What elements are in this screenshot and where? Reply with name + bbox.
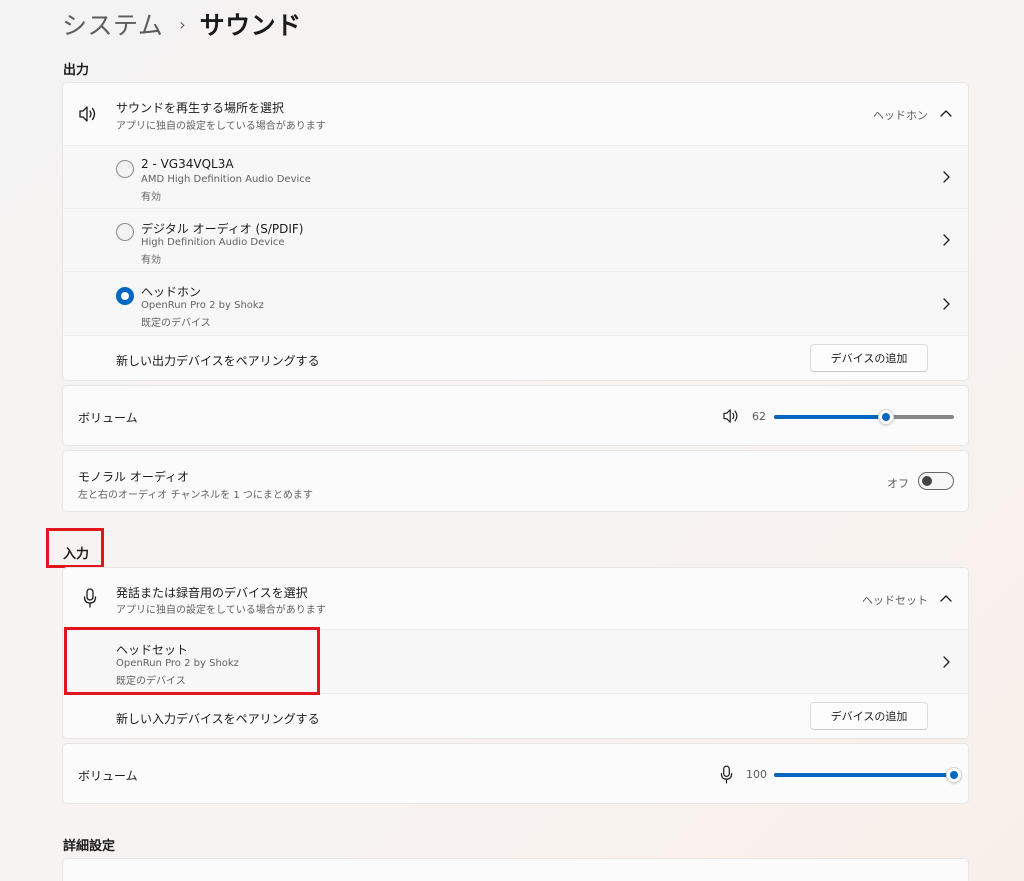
output-selector-value: ヘッドホン (873, 109, 928, 122)
chevron-up-icon[interactable] (940, 109, 952, 117)
output-device-name: ヘッドホン (141, 285, 202, 299)
input-volume-slider-fill (774, 773, 954, 777)
add-input-device-button[interactable]: デバイスの追加 (810, 702, 928, 730)
output-device-status: 有効 (141, 192, 161, 203)
chevron-right-icon[interactable] (942, 234, 950, 246)
microphone-icon (83, 588, 97, 608)
output-selector-subtitle: アプリに独自の設定をしている場合があります (116, 121, 326, 132)
sound-settings-page: システム › サウンド 出力 サウンドを再生する場所を選択 アプリに独自の設定を… (0, 0, 1024, 881)
section-title-advanced: 詳細設定 (63, 839, 116, 854)
output-device-driver: AMD High Definition Audio Device (141, 174, 311, 185)
pair-input-label: 新しい入力デバイスをペアリングする (116, 712, 320, 726)
output-device-card: サウンドを再生する場所を選択 アプリに独自の設定をしている場合があります ヘッド… (62, 82, 969, 381)
input-device-selector[interactable]: 発話または録音用のデバイスを選択 アプリに独自の設定をしている場合があります ヘ… (63, 568, 968, 629)
input-device-highlight (64, 627, 320, 695)
output-volume-card: ボリューム 62 (62, 385, 969, 446)
output-device-row[interactable]: ヘッドホン OpenRun Pro 2 by Shokz 既定のデバイス (63, 272, 968, 335)
output-device-driver: High Definition Audio Device (141, 237, 285, 248)
output-volume-slider-thumb[interactable] (878, 409, 894, 425)
output-selector-title: サウンドを再生する場所を選択 (116, 101, 285, 115)
mono-audio-toggle[interactable] (918, 472, 954, 490)
breadcrumb-system-link[interactable]: システム (62, 6, 163, 42)
input-volume-value: 100 (746, 768, 767, 781)
input-volume-label: ボリューム (78, 769, 138, 783)
output-device-status: 有効 (141, 255, 161, 266)
mono-audio-state: オフ (887, 477, 909, 490)
output-device-selector[interactable]: サウンドを再生する場所を選択 アプリに独自の設定をしている場合があります ヘッド… (63, 83, 968, 145)
section-title-output: 出力 (63, 63, 90, 78)
page-title: サウンド (199, 11, 302, 40)
output-device-name: デジタル オーディオ (S/PDIF) (141, 222, 304, 236)
mono-audio-subtitle: 左と右のオーディオ チャンネルを 1 つにまとめます (78, 490, 313, 501)
add-output-device-button[interactable]: デバイスの追加 (810, 344, 928, 372)
output-device-radio[interactable] (116, 160, 134, 178)
breadcrumb: システム › サウンド (62, 6, 302, 42)
input-title-highlight (46, 528, 104, 568)
input-volume-slider-thumb[interactable] (946, 767, 962, 783)
advanced-settings-card (62, 858, 969, 881)
chevron-right-icon[interactable] (942, 656, 950, 668)
chevron-right-icon[interactable] (942, 171, 950, 183)
mono-audio-title: モノラル オーディオ (78, 470, 189, 484)
output-device-driver: OpenRun Pro 2 by Shokz (141, 300, 264, 311)
output-volume-label: ボリューム (78, 411, 138, 425)
speaker-icon (79, 106, 96, 122)
output-volume-slider-fill (774, 415, 886, 419)
chevron-up-icon[interactable] (940, 594, 952, 602)
input-selector-subtitle: アプリに独自の設定をしている場合があります (116, 605, 326, 616)
output-device-row[interactable]: 2 - VG34VQL3A AMD High Definition Audio … (63, 146, 968, 208)
output-device-name: 2 - VG34VQL3A (141, 157, 234, 171)
output-volume-value: 62 (752, 410, 766, 423)
chevron-right-icon[interactable] (942, 298, 950, 310)
output-device-radio[interactable] (116, 223, 134, 241)
input-volume-slider[interactable] (774, 767, 962, 783)
pair-input-row: 新しい入力デバイスをペアリングする デバイスの追加 (63, 694, 968, 740)
output-device-status: 既定のデバイス (141, 318, 211, 329)
breadcrumb-separator: › (179, 14, 186, 34)
output-device-row[interactable]: デジタル オーディオ (S/PDIF) High Definition Audi… (63, 209, 968, 271)
output-volume-slider[interactable] (774, 409, 954, 425)
input-selector-title: 発話または録音用のデバイスを選択 (116, 586, 308, 600)
mono-audio-card: モノラル オーディオ 左と右のオーディオ チャンネルを 1 つにまとめます オフ (62, 450, 969, 512)
input-selector-value: ヘッドセット (862, 594, 928, 607)
microphone-icon[interactable] (720, 765, 733, 784)
input-volume-card: ボリューム 100 (62, 743, 969, 804)
pair-output-row: 新しい出力デバイスをペアリングする デバイスの追加 (63, 336, 968, 382)
pair-output-label: 新しい出力デバイスをペアリングする (116, 354, 320, 368)
speaker-icon[interactable] (722, 408, 742, 424)
output-device-radio-selected[interactable] (116, 287, 134, 305)
